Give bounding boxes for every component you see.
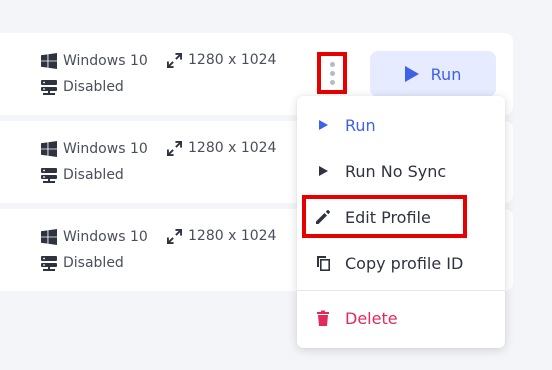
menu-item-run[interactable]: Run — [297, 105, 505, 145]
play-icon — [314, 162, 332, 180]
menu-item-run-no-sync[interactable]: Run No Sync — [297, 151, 505, 191]
proxy-info: Disabled — [41, 255, 124, 271]
copy-icon — [314, 254, 332, 272]
menu-item-label: Edit Profile — [345, 207, 431, 227]
menu-item-copy-profile-id[interactable]: Copy profile ID — [297, 243, 505, 283]
menu-item-delete[interactable]: Delete — [297, 298, 505, 338]
expand-icon — [167, 52, 182, 68]
resolution-info: 1280 x 1024 — [167, 228, 276, 244]
os-label: Windows 10 — [63, 229, 148, 245]
expand-icon — [167, 140, 182, 156]
pencil-icon — [314, 208, 332, 226]
proxy-info: Disabled — [41, 79, 124, 95]
run-button[interactable]: Run — [370, 51, 496, 97]
resolution-info: 1280 x 1024 — [167, 52, 276, 68]
kebab-icon — [329, 61, 335, 85]
os-label: Windows 10 — [63, 141, 148, 157]
server-icon — [41, 256, 57, 271]
profile-context-menu: Run Run No Sync Edit Profile Copy profil… — [297, 96, 505, 348]
proxy-info: Disabled — [41, 167, 124, 183]
resolution-label: 1280 x 1024 — [188, 52, 277, 68]
menu-item-label: Run — [345, 115, 376, 135]
menu-item-edit-profile[interactable]: Edit Profile — [297, 197, 505, 237]
os-label: Windows 10 — [63, 53, 148, 69]
trash-icon — [314, 309, 332, 327]
windows-icon — [41, 141, 57, 157]
os-info: Windows 10 — [41, 229, 148, 245]
resolution-label: 1280 x 1024 — [188, 228, 277, 244]
os-info: Windows 10 — [41, 53, 148, 69]
proxy-label: Disabled — [63, 255, 124, 271]
proxy-label: Disabled — [63, 79, 124, 95]
expand-icon — [167, 228, 182, 244]
server-icon — [41, 80, 57, 95]
run-button-label: Run — [430, 64, 462, 84]
os-info: Windows 10 — [41, 141, 148, 157]
proxy-label: Disabled — [63, 167, 124, 183]
resolution-label: 1280 x 1024 — [188, 140, 277, 156]
menu-item-label: Run No Sync — [345, 161, 447, 181]
more-options-button[interactable] — [317, 52, 347, 94]
windows-icon — [41, 53, 57, 69]
windows-icon — [41, 229, 57, 245]
play-icon — [314, 116, 332, 134]
menu-divider — [297, 290, 505, 291]
menu-item-label: Copy profile ID — [345, 253, 464, 273]
play-icon — [404, 66, 419, 82]
menu-item-label: Delete — [345, 308, 398, 328]
server-icon — [41, 168, 57, 183]
resolution-info: 1280 x 1024 — [167, 140, 276, 156]
